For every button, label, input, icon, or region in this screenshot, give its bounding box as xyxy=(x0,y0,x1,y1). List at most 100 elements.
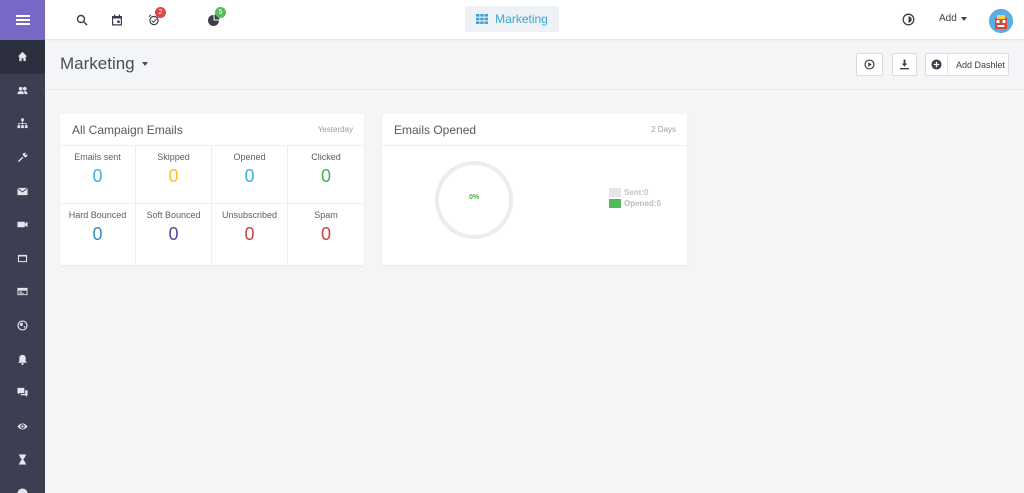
users-icon xyxy=(17,86,28,95)
stat-value[interactable]: 0 xyxy=(136,166,211,187)
play-button[interactable] xyxy=(856,53,883,76)
chat-icon xyxy=(17,388,28,398)
play-circle-icon xyxy=(864,59,875,70)
stat-cell: Skipped 0 xyxy=(136,146,212,204)
add-dashlet-label: Add Dashlet xyxy=(956,59,1006,70)
sidebar-item-home[interactable] xyxy=(0,40,45,74)
tools-icon xyxy=(17,152,28,163)
stat-cell: Hard Bounced 0 xyxy=(60,204,136,264)
legend-swatch xyxy=(609,188,621,197)
plus-circle-icon xyxy=(931,59,942,70)
card-icon xyxy=(17,288,28,296)
hourglass-icon xyxy=(18,454,27,465)
emails-opened-dashlet: Emails Opened 2 Days 0% Sent:0 Opened:0 xyxy=(382,114,687,265)
legend-label: Sent:0 xyxy=(624,188,649,197)
stat-value[interactable]: 0 xyxy=(60,224,135,245)
video-icon xyxy=(17,222,28,228)
reminders-button[interactable]: 2 xyxy=(148,7,166,27)
menu-toggle-button[interactable] xyxy=(0,0,45,40)
stat-cell: Spam 0 xyxy=(288,204,364,264)
add-dashlet-icon-wrap xyxy=(926,54,948,75)
sidebar-item-tools[interactable] xyxy=(0,141,45,175)
dashboard-selector[interactable]: Marketing xyxy=(60,54,148,74)
search-icon xyxy=(76,14,88,26)
reminders-badge: 2 xyxy=(155,7,166,18)
stat-value[interactable]: 0 xyxy=(212,224,287,245)
tab-marketing-label: Marketing xyxy=(495,12,548,26)
stats-grid: Emails sent 0 Skipped 0 Opened 0 Clicked 0 Hard … xyxy=(60,146,364,264)
bell-icon xyxy=(17,354,28,365)
dashlet-header: All Campaign Emails Yesterday xyxy=(60,114,364,146)
add-dashlet-button[interactable]: Add Dashlet xyxy=(925,53,1009,76)
stat-label: Emails sent xyxy=(74,152,121,162)
add-menu-button[interactable]: Add xyxy=(939,13,967,24)
mail-icon xyxy=(17,187,28,195)
sidebar-item-notifications[interactable] xyxy=(0,342,45,376)
avatar[interactable] xyxy=(989,9,1013,33)
donut-percent-label: 0% xyxy=(468,194,480,201)
stat-value[interactable]: 0 xyxy=(288,224,364,245)
dashlet-title: Emails Opened xyxy=(394,123,477,137)
stat-value[interactable]: 0 xyxy=(288,166,364,187)
sidebar-item-views[interactable] xyxy=(0,410,45,444)
topbar: 2 5 Marketing Add xyxy=(45,0,1024,40)
legend-swatch xyxy=(609,199,621,208)
stat-cell: Clicked 0 xyxy=(288,146,364,204)
globe-icon xyxy=(17,488,28,493)
stat-cell: Emails sent 0 xyxy=(60,146,136,204)
stat-label: Soft Bounced xyxy=(146,210,201,220)
campaign-emails-dashlet: All Campaign Emails Yesterday Emails sen… xyxy=(60,114,364,265)
sidebar-item-timers[interactable] xyxy=(0,443,45,477)
stat-label: Skipped xyxy=(157,152,190,162)
stat-value[interactable]: 0 xyxy=(60,166,135,187)
stat-cell: Soft Bounced 0 xyxy=(136,204,212,264)
tab-marketing[interactable]: Marketing xyxy=(465,6,559,32)
page-header: Marketing Add Dashlet xyxy=(45,40,1024,90)
stat-label: Spam xyxy=(314,210,338,220)
contrast-icon xyxy=(902,13,915,26)
org-chart-icon xyxy=(17,118,28,129)
chart-legend: Sent:0 Opened:0 xyxy=(609,187,661,209)
sidebar-item-window[interactable] xyxy=(0,242,45,276)
chevron-down-icon xyxy=(960,16,967,21)
home-icon xyxy=(17,52,28,62)
legend-item: Sent:0 xyxy=(609,187,661,198)
sidebar-item-more[interactable] xyxy=(0,477,45,493)
calendar-icon xyxy=(112,14,122,26)
activity-button[interactable]: 5 xyxy=(208,7,226,27)
legend-item: Opened:0 xyxy=(609,198,661,209)
dashlet-period: 2 Days xyxy=(651,125,676,134)
theme-toggle-button[interactable] xyxy=(902,13,915,26)
grid-icon xyxy=(476,14,489,24)
download-icon xyxy=(899,59,910,70)
sidebar xyxy=(0,0,45,493)
stat-value[interactable]: 0 xyxy=(212,166,287,187)
stat-label: Unsubscribed xyxy=(221,210,278,220)
sidebar-item-chat[interactable] xyxy=(0,376,45,410)
sidebar-item-video[interactable] xyxy=(0,208,45,242)
sidebar-item-email[interactable] xyxy=(0,174,45,208)
dashlet-period: Yesterday xyxy=(317,125,353,134)
stat-label: Opened xyxy=(233,152,266,162)
sidebar-item-organization[interactable] xyxy=(0,107,45,141)
eye-icon xyxy=(17,423,28,430)
legend-label: Opened:0 xyxy=(624,199,661,208)
window-icon xyxy=(17,254,28,263)
stat-cell: Opened 0 xyxy=(212,146,288,204)
stat-label: Hard Bounced xyxy=(68,210,127,220)
download-button[interactable] xyxy=(892,53,917,76)
sidebar-item-contacts[interactable] xyxy=(0,74,45,108)
chevron-down-icon xyxy=(141,62,148,66)
search-button[interactable] xyxy=(76,13,90,27)
dashlet-header: Emails Opened 2 Days xyxy=(382,114,687,146)
globe-icon xyxy=(17,320,28,331)
dashlet-title: All Campaign Emails xyxy=(72,123,183,137)
stat-value[interactable]: 0 xyxy=(136,224,211,245)
add-menu-label: Add xyxy=(939,13,957,24)
stat-label: Clicked xyxy=(311,152,341,162)
calendar-button[interactable] xyxy=(111,13,125,27)
sidebar-item-web[interactable] xyxy=(0,309,45,343)
stat-cell: Unsubscribed 0 xyxy=(212,204,288,264)
sidebar-item-cards[interactable] xyxy=(0,275,45,309)
page-title: Marketing xyxy=(60,54,135,73)
